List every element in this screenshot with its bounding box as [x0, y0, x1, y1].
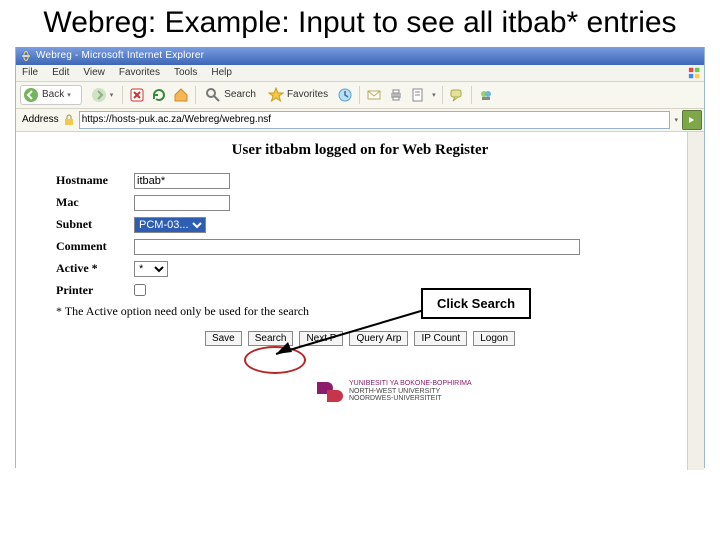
scrollbar[interactable]	[687, 132, 704, 470]
menu-view[interactable]: View	[81, 67, 107, 78]
mail-icon[interactable]	[366, 87, 382, 103]
label-printer: Printer	[56, 283, 134, 298]
separator	[359, 86, 360, 104]
label-active: Active *	[56, 261, 134, 276]
forward-icon	[91, 87, 107, 103]
menu-favorites[interactable]: Favorites	[117, 67, 162, 78]
page-viewport: User itbabm logged on for Web Register H…	[16, 132, 704, 470]
print-icon[interactable]	[388, 87, 404, 103]
query-button[interactable]: Query Arp	[349, 331, 408, 346]
univ-line2: NORTH-WEST UNIVERSITY	[349, 388, 472, 396]
page-heading: User itbabm logged on for Web Register	[56, 142, 664, 159]
favorites-button[interactable]: Favorites	[265, 86, 331, 104]
toolbar: Back ▾ ▾ Search	[16, 82, 704, 109]
refresh-icon[interactable]	[151, 87, 167, 103]
univ-line1: YUNIBESITI YA BOKONE-BOPHIRIMA	[349, 380, 472, 388]
address-label: Address	[22, 114, 59, 125]
active-select[interactable]: *	[134, 261, 168, 277]
chevron-down-icon[interactable]: ▾	[674, 116, 678, 124]
home-icon[interactable]	[173, 87, 189, 103]
ie-logo-icon	[20, 50, 32, 62]
messenger-icon[interactable]	[478, 87, 494, 103]
stop-icon[interactable]	[129, 87, 145, 103]
back-icon	[23, 87, 39, 103]
browser-title-text: Webreg - Microsoft Internet Explorer	[36, 50, 204, 61]
edit-icon[interactable]	[410, 87, 426, 103]
comment-field[interactable]	[134, 239, 580, 255]
label-hostname: Hostname	[56, 173, 134, 188]
label-mac: Mac	[56, 195, 134, 210]
button-row: Save Search Next P Query Arp IP Count Lo…	[56, 331, 664, 346]
search-icon	[205, 87, 221, 103]
nwu-mark-icon	[311, 380, 343, 404]
printer-checkbox[interactable]	[134, 284, 146, 296]
star-icon	[268, 87, 284, 103]
separator	[195, 86, 196, 104]
history-icon[interactable]	[337, 87, 353, 103]
university-logo: YUNIBESITI YA BOKONE-BOPHIRIMA NORTH-WES…	[311, 380, 472, 404]
forward-button[interactable]: ▾	[88, 86, 117, 104]
label-comment: Comment	[56, 239, 134, 254]
windows-flag-icon	[686, 66, 704, 80]
chevron-down-icon: ▾	[432, 91, 436, 99]
address-bar: Address ▾	[16, 109, 704, 132]
separator	[442, 86, 443, 104]
separator	[471, 86, 472, 104]
separator	[122, 86, 123, 104]
menu-help[interactable]: Help	[209, 67, 234, 78]
menu-file[interactable]: File	[20, 67, 40, 78]
discuss-icon[interactable]	[449, 87, 465, 103]
univ-line3: NOORDWES-UNIVERSITEIT	[349, 395, 472, 403]
address-input[interactable]	[79, 111, 671, 129]
highlight-ellipse	[244, 346, 306, 374]
chevron-down-icon: ▾	[110, 91, 114, 99]
browser-titlebar: Webreg - Microsoft Internet Explorer	[16, 47, 704, 65]
favorites-label: Favorites	[287, 89, 328, 100]
next-button[interactable]: Next P	[299, 331, 343, 346]
search-button[interactable]: Search	[248, 331, 294, 346]
subnet-select[interactable]: PCM-03...	[134, 217, 206, 233]
search-label: Search	[224, 89, 256, 100]
menu-edit[interactable]: Edit	[50, 67, 71, 78]
menu-tools[interactable]: Tools	[172, 67, 199, 78]
go-button[interactable]	[682, 110, 702, 130]
lock-icon	[63, 114, 75, 126]
back-button[interactable]: Back ▾	[20, 85, 82, 105]
mac-field[interactable]	[134, 195, 230, 211]
logon-button[interactable]: Logon	[473, 331, 515, 346]
browser-window: Webreg - Microsoft Internet Explorer Fil…	[15, 47, 705, 468]
back-label: Back	[42, 89, 64, 100]
ipcount-button[interactable]: IP Count	[414, 331, 467, 346]
save-button[interactable]: Save	[205, 331, 242, 346]
menubar: File Edit View Favorites Tools Help	[16, 65, 704, 82]
callout-box: Click Search	[421, 288, 531, 319]
hostname-field[interactable]	[134, 173, 230, 189]
chevron-down-icon: ▾	[67, 91, 71, 99]
footnote: * The Active option need only be used fo…	[56, 304, 664, 319]
search-button[interactable]: Search	[202, 86, 259, 104]
label-subnet: Subnet	[56, 217, 134, 232]
slide-title: Webreg: Example: Input to see all itbab*…	[0, 6, 720, 41]
